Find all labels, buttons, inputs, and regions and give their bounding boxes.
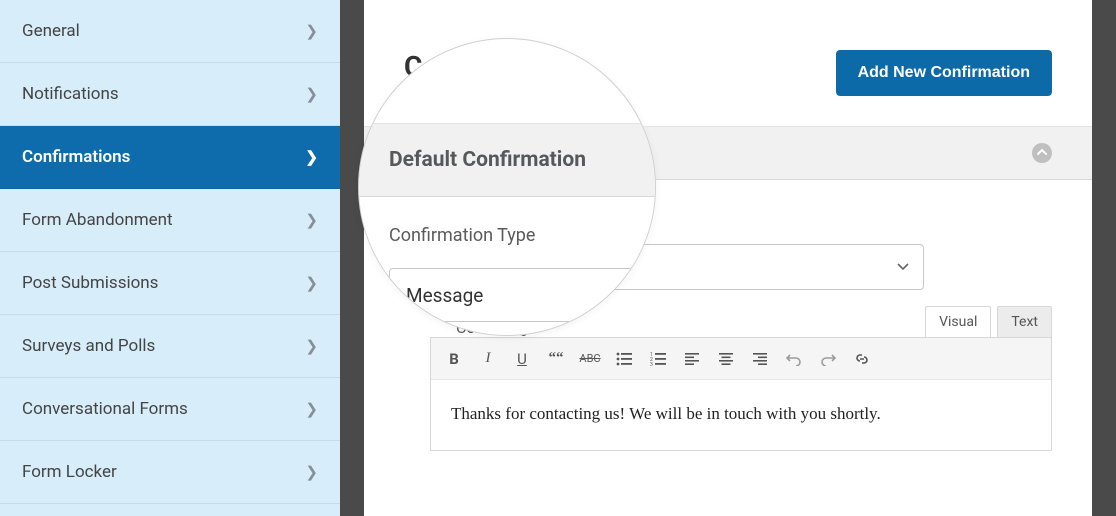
lens-section-title: Default Confirmation (389, 148, 586, 172)
editor-content[interactable]: Thanks for contacting us! We will be in … (431, 380, 1051, 450)
align-left-icon[interactable] (675, 343, 709, 375)
zoom-lens: Default Confirmation Confirmation Type M… (358, 38, 656, 336)
sidebar-item-label: Post Submissions (22, 273, 158, 293)
blockquote-icon[interactable]: ““ (539, 343, 573, 375)
sidebar-item-label: Form Abandonment (22, 210, 173, 230)
sidebar-item-surveys-polls[interactable]: Surveys and Polls ❯ (0, 315, 340, 378)
bullet-list-icon[interactable] (607, 343, 641, 375)
editor-toolbar: B I U ““ ABC 123 (431, 338, 1051, 380)
underline-icon[interactable]: U (505, 343, 539, 375)
lens-type-label: Confirmation Type (389, 225, 655, 246)
chevron-right-icon: ❯ (305, 274, 318, 292)
chevron-right-icon: ❯ (305, 22, 318, 40)
app-root: General ❯ Notifications ❯ Confirmations … (0, 0, 1116, 516)
chevron-down-icon (897, 263, 909, 271)
sidebar-item-notifications[interactable]: Notifications ❯ (0, 63, 340, 126)
editor-tabs: Visual Text (925, 306, 1052, 337)
sidebar-item-label: Form Locker (22, 462, 117, 482)
align-center-icon[interactable] (709, 343, 743, 375)
add-new-confirmation-button[interactable]: Add New Confirmation (836, 50, 1052, 96)
rich-text-editor: B I U ““ ABC 123 (430, 337, 1052, 451)
lens-select-value: Message (406, 284, 483, 307)
chevron-right-icon: ❯ (305, 148, 318, 166)
chevron-right-icon: ❯ (305, 337, 318, 355)
settings-sidebar: General ❯ Notifications ❯ Confirmations … (0, 0, 340, 516)
link-icon[interactable] (845, 343, 879, 375)
redo-icon[interactable] (811, 343, 845, 375)
chevron-right-icon: ❯ (305, 400, 318, 418)
sidebar-item-conversational-forms[interactable]: Conversational Forms ❯ (0, 378, 340, 441)
italic-icon[interactable]: I (471, 343, 505, 375)
undo-icon[interactable] (777, 343, 811, 375)
strikethrough-icon[interactable]: ABC (573, 343, 607, 375)
chevron-right-icon: ❯ (305, 463, 318, 481)
sidebar-item-general[interactable]: General ❯ (0, 0, 340, 63)
tab-text[interactable]: Text (997, 306, 1052, 337)
numbered-list-icon[interactable]: 123 (641, 343, 675, 375)
sidebar-item-label: Confirmations (22, 147, 130, 167)
sidebar-item-label: Notifications (22, 84, 119, 104)
collapse-icon[interactable] (1032, 143, 1052, 163)
lens-type-select[interactable]: Message (389, 268, 656, 322)
svg-text:3: 3 (650, 362, 653, 366)
sidebar-item-label: General (22, 21, 80, 41)
tab-visual[interactable]: Visual (925, 306, 991, 337)
sidebar-item-label: Surveys and Polls (22, 336, 155, 356)
sidebar-item-confirmations[interactable]: Confirmations ❯ (0, 126, 340, 189)
chevron-right-icon: ❯ (305, 85, 318, 103)
chevron-right-icon: ❯ (305, 211, 318, 229)
sidebar-item-label: Conversational Forms (22, 399, 188, 419)
sidebar-item-form-locker[interactable]: Form Locker ❯ (0, 441, 340, 504)
align-right-icon[interactable] (743, 343, 777, 375)
lens-content: Default Confirmation Confirmation Type M… (359, 39, 655, 322)
sidebar-item-post-submissions[interactable]: Post Submissions ❯ (0, 252, 340, 315)
bold-icon[interactable]: B (437, 343, 471, 375)
sidebar-item-form-abandonment[interactable]: Form Abandonment ❯ (0, 189, 340, 252)
lens-section-header: Default Confirmation (359, 123, 655, 197)
